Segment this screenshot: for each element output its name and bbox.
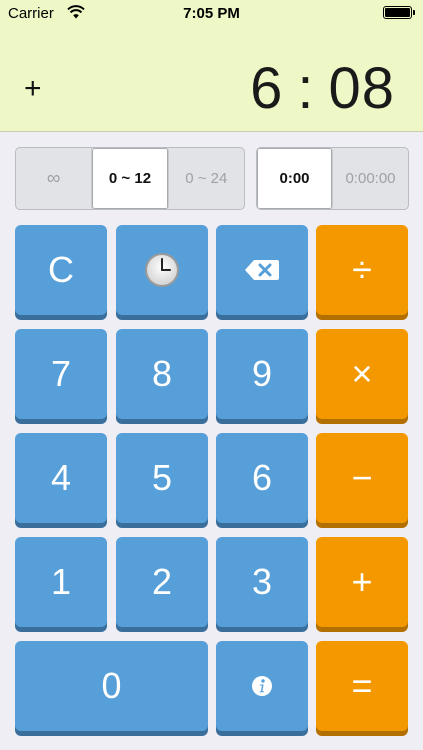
multiply-button[interactable]: × (316, 329, 408, 419)
readout-hours: 6 (250, 56, 284, 121)
range-segmented-control: ∞ 0 ~ 12 0 ~ 24 (15, 147, 245, 210)
readout-minutes: 08 (328, 56, 395, 121)
digit-9-button[interactable]: 9 (216, 329, 308, 419)
digit-3-button[interactable]: 3 (216, 537, 308, 627)
range-option-0-24[interactable]: 0 ~ 24 (169, 148, 244, 209)
status-time: 7:05 PM (183, 5, 240, 22)
clock-icon (145, 253, 179, 287)
divide-button[interactable]: ÷ (316, 225, 408, 315)
format-option-minutes[interactable]: 0:00 (257, 148, 333, 209)
info-icon (252, 676, 272, 696)
digit-2-button[interactable]: 2 (116, 537, 208, 627)
digit-8-button[interactable]: 8 (116, 329, 208, 419)
display-panel: Carrier 7:05 PM + 6:08 (0, 0, 423, 132)
calculator-screen: Carrier 7:05 PM + 6:08 ∞ 0 ~ 12 0 ~ 24 0… (0, 0, 423, 750)
format-option-seconds[interactable]: 0:00:00 (333, 148, 408, 209)
operator-indicator: + (24, 72, 42, 105)
format-segmented-control: 0:00 0:00:00 (256, 147, 409, 210)
subtract-button[interactable]: − (316, 433, 408, 523)
digit-5-button[interactable]: 5 (116, 433, 208, 523)
range-option-infinite[interactable]: ∞ (16, 148, 93, 209)
time-readout: 6:08 (250, 56, 395, 122)
equals-button[interactable]: = (316, 641, 408, 731)
backspace-icon (245, 260, 279, 280)
status-bar: Carrier 7:05 PM (0, 0, 423, 28)
digit-6-button[interactable]: 6 (216, 433, 308, 523)
info-button[interactable] (216, 641, 308, 731)
range-option-0-12[interactable]: 0 ~ 12 (92, 148, 169, 209)
digit-7-button[interactable]: 7 (15, 329, 107, 419)
backspace-button[interactable] (216, 225, 308, 315)
time-entry-button[interactable] (116, 225, 208, 315)
digit-1-button[interactable]: 1 (15, 537, 107, 627)
battery-icon (383, 6, 415, 19)
add-button[interactable]: + (316, 537, 408, 627)
digit-4-button[interactable]: 4 (15, 433, 107, 523)
digit-0-button[interactable]: 0 (15, 641, 208, 731)
readout-separator: : (297, 56, 315, 121)
clear-button[interactable]: C (15, 225, 107, 315)
